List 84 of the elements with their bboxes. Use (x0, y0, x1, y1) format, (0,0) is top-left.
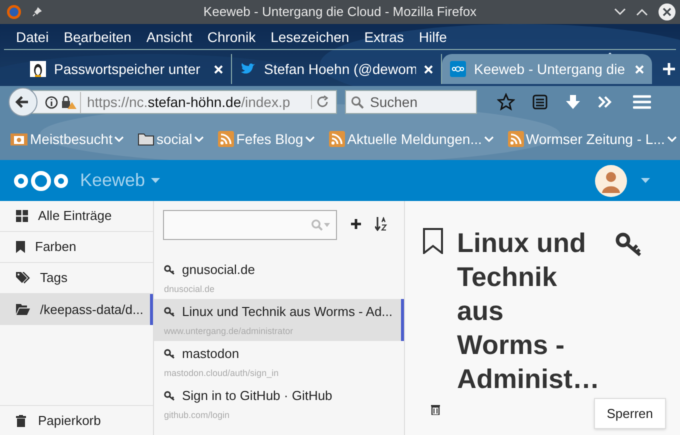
search-field[interactable] (163, 210, 337, 240)
reload-icon[interactable] (311, 95, 330, 109)
tab[interactable]: Passwortspeicher unter (22, 54, 232, 84)
search-field[interactable]: Suchen (345, 90, 477, 114)
lock-tooltip: Sperren (594, 398, 666, 429)
caret-icon (324, 223, 330, 227)
caret-icon (305, 136, 316, 142)
menu-icon[interactable] (633, 95, 651, 109)
caret-icon (641, 178, 650, 183)
entry-url: dnusocial.de (164, 282, 216, 296)
window-title: Keeweb - Untergang die Cloud - Mozilla Firefox (203, 3, 477, 22)
info-icon (45, 96, 58, 108)
bookmark-icon[interactable] (423, 228, 443, 254)
address-bar[interactable]: https://nc.stefan-höhn.de/index.p (32, 90, 337, 114)
cloud-logo-icon[interactable] (12, 168, 70, 192)
star-icon[interactable] (497, 93, 515, 111)
menu-item[interactable]: Extras (364, 27, 404, 48)
pin-icon[interactable] (32, 7, 42, 17)
download-icon[interactable] (565, 94, 581, 110)
camera-folder-icon (10, 132, 28, 146)
close-icon[interactable] (214, 64, 223, 74)
sidebar-item[interactable]: Farben (0, 232, 153, 263)
entry-url: mastodon.cloud/auth/sign_in (164, 366, 280, 380)
entry-url: github.com/login (164, 408, 231, 422)
firefox-icon (6, 4, 22, 20)
caret-icon (666, 136, 677, 142)
folder-icon (138, 132, 154, 146)
menu-item[interactable]: Datei (16, 27, 49, 48)
cloud-logo-icon (450, 61, 466, 77)
bookmark-icon (16, 241, 25, 253)
key-icon[interactable] (615, 232, 643, 258)
overflow-icon[interactable] (598, 96, 612, 108)
entry-item[interactable]: mastodon mastodon.cloud/auth/sign_in (154, 341, 404, 383)
new-tab-icon[interactable] (662, 62, 676, 76)
avatar (595, 164, 627, 196)
trash-icon (16, 414, 26, 426)
rss-icon (218, 131, 234, 147)
grid-icon (16, 210, 28, 222)
menu-item[interactable]: Hilfe (418, 27, 447, 48)
maximize-icon[interactable] (636, 8, 648, 16)
tags-icon (16, 272, 30, 284)
user-menu[interactable] (595, 164, 650, 196)
entry-title: mastodon (182, 345, 240, 363)
menu-item[interactable]: Chronik (207, 27, 256, 48)
add-icon[interactable] (351, 219, 361, 229)
trash-item[interactable]: Papierkorb (0, 405, 153, 435)
sidebar-item[interactable]: /keepass-data/d... (0, 294, 153, 325)
sort-icon[interactable] (375, 217, 387, 231)
caret-icon (194, 136, 204, 142)
entry-item[interactable]: gnusocial.de dnusocial.de (154, 257, 404, 299)
menu-item[interactable]: Ansicht (146, 27, 192, 48)
close-icon[interactable] (658, 3, 676, 21)
key-icon (164, 264, 176, 275)
bookmark-item[interactable]: Wormser Zeitung - L... (508, 128, 680, 150)
entry-title: gnusocial.de (182, 261, 255, 279)
tab-title: Keeweb - Untergang die (474, 60, 626, 79)
back-icon[interactable] (8, 87, 38, 117)
menu-item[interactable]: Lesezeichen (270, 27, 350, 48)
trash-icon[interactable] (431, 404, 440, 415)
sidebar-item[interactable]: Alle Einträge (0, 201, 153, 232)
caret-icon (151, 178, 160, 183)
key-icon (164, 348, 176, 359)
caret-icon (114, 136, 124, 142)
search-icon (351, 96, 364, 109)
url-text: https://nc.stefan-höhn.de/index.p (80, 92, 308, 112)
caret-icon (484, 136, 494, 142)
penguin-icon (30, 61, 46, 77)
menu-item[interactable]: Bearbeiten (64, 27, 132, 48)
entry-heading: Linux und Technik aus Worms - Administ… (457, 227, 595, 396)
list-icon[interactable] (532, 94, 548, 110)
search-icon (311, 219, 323, 231)
entry-title: Sign in to GitHub · GitHub (182, 387, 332, 405)
lock-warning-icon (61, 96, 77, 108)
entry-item[interactable]: Sign in to GitHub · GitHub github.com/login (154, 383, 404, 425)
rss-icon (508, 131, 524, 147)
key-icon (164, 306, 176, 317)
rss-icon (329, 131, 346, 147)
minimize-icon[interactable] (614, 8, 626, 16)
folder-open-icon (16, 304, 30, 315)
key-icon (164, 390, 176, 401)
tab-title: Passwortspeicher unter (54, 60, 202, 79)
close-icon[interactable] (424, 64, 433, 74)
bird-icon (240, 62, 256, 76)
entry-title: Linux und Technik aus Worms - Ad... (182, 303, 393, 321)
